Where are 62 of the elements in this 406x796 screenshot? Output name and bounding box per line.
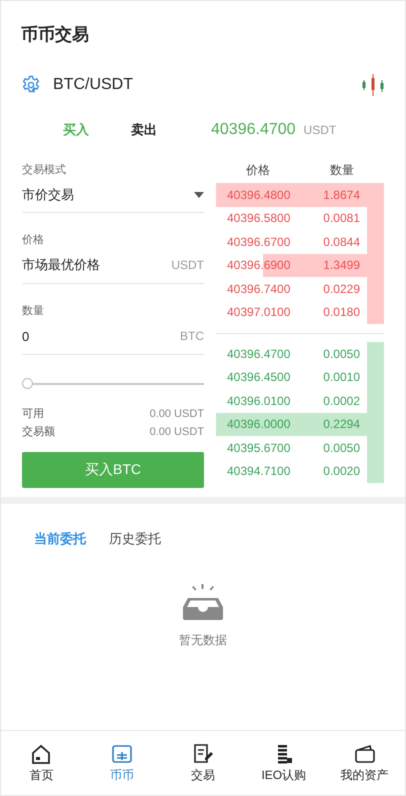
order-amount: 0.0844 — [323, 234, 360, 249]
gear-icon — [21, 75, 41, 95]
nav-tab[interactable]: 交易 — [162, 733, 244, 795]
slider-thumb[interactable] — [22, 378, 33, 389]
order-amount: 1.8674 — [323, 188, 360, 202]
order-price: 40394.7100 — [227, 464, 290, 478]
unit-label: BTC — [180, 329, 204, 343]
order-amount: 0.0081 — [323, 211, 360, 226]
page-title: 币币交易 — [20, 24, 90, 46]
info-label: 交易额 — [22, 424, 55, 440]
empty-inbox-icon — [182, 584, 224, 620]
mode-select[interactable]: 市价交易 — [22, 177, 204, 213]
order-price: 40396.4500 — [227, 370, 290, 384]
order-amount: 0.0050 — [323, 346, 360, 361]
order-price: 40396.6700 — [227, 234, 290, 249]
order-amount: 0.0002 — [323, 394, 360, 408]
nav-tab[interactable]: 我的资产 — [324, 733, 405, 795]
last-price: 40396.4700 — [211, 121, 296, 139]
order-amount: 0.0229 — [323, 282, 360, 296]
depth-bar — [367, 342, 384, 366]
column-header: 价格 — [245, 162, 271, 178]
document-pencil-icon — [192, 744, 214, 764]
column-header: 数量 — [329, 162, 355, 178]
order-amount: 0.0050 — [323, 440, 360, 455]
field-label: 交易模式 — [22, 162, 67, 177]
side-tab[interactable]: 卖出 — [131, 121, 157, 139]
order-price: 40396.0000 — [227, 417, 290, 432]
nav-tab[interactable]: IEO认购 — [243, 733, 324, 795]
order-amount: 0.0010 — [323, 370, 360, 384]
home-icon — [30, 744, 52, 764]
order-amount: 1.3499 — [323, 258, 360, 272]
empty-message: 暂无数据 — [179, 632, 227, 649]
order-price: 40396.4800 — [227, 188, 290, 202]
depth-bar — [367, 460, 384, 483]
nav-tab[interactable]: 币币 — [82, 733, 163, 795]
order-price: 40396.0100 — [227, 394, 290, 408]
info-value: 0.00 USDT — [150, 407, 204, 422]
info-label: 可用 — [22, 407, 44, 422]
wallet-icon — [354, 744, 376, 764]
order-price: 40396.6900 — [227, 258, 290, 272]
order-price: 40397.0100 — [227, 305, 290, 320]
order-tab[interactable]: 历史委托 — [109, 530, 161, 548]
order-amount: 0.0180 — [323, 305, 360, 320]
coin-icon — [111, 744, 134, 764]
info-value: 0.00 USDT — [150, 425, 204, 440]
price-unit: USDT — [304, 123, 336, 137]
dropdown-caret-icon — [194, 192, 204, 198]
order-amount: 0.2294 — [323, 417, 360, 432]
unit-label: USDT — [171, 258, 204, 272]
field-label: 数量 — [22, 304, 45, 318]
depth-bar — [367, 300, 384, 324]
order-amount: 0.0020 — [323, 464, 360, 478]
amount-input[interactable]: 0 — [22, 328, 180, 344]
nav-tab[interactable]: 首页 — [1, 733, 82, 795]
price-input[interactable]: 市场最优价格 — [22, 256, 172, 274]
candlestick-chart-icon — [361, 74, 385, 96]
trading-pair[interactable]: BTC/USDT — [53, 76, 361, 94]
order-price: 40396.5800 — [227, 211, 290, 226]
field-label: 价格 — [22, 233, 45, 247]
order-price: 40396.4700 — [227, 346, 290, 361]
order-price: 40395.6700 — [227, 440, 290, 455]
order-price: 40396.7400 — [227, 282, 290, 296]
